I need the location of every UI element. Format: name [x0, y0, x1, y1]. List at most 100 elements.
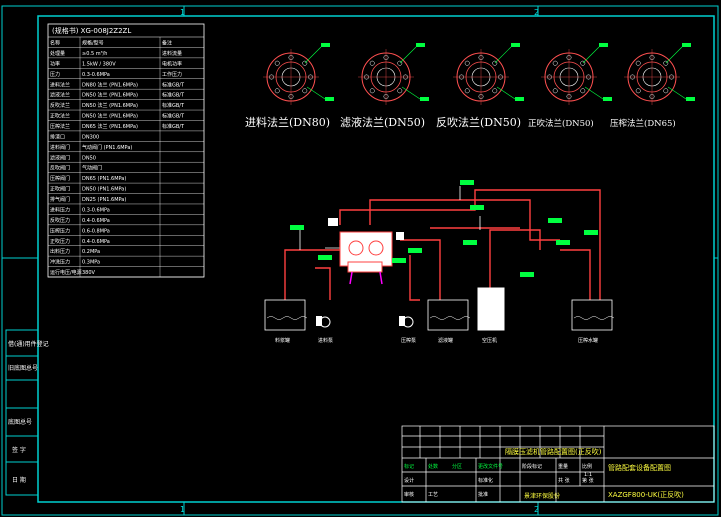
left-register: 借(通)用件登记 旧底图总号 底图总号 签 字 日 期 [5, 329, 49, 496]
spec-cell: 标准GB/T [162, 81, 185, 88]
spec-cell: DN80 法兰 (PN1.6MPa) [82, 81, 138, 88]
scale: 1:1 [584, 472, 592, 478]
return-pipe [315, 267, 331, 300]
flange-label: 正吹法兰(DN50) [528, 118, 594, 129]
flange-group: 进料法兰(DN80) 滤液法兰(DN50) 反吹法兰(DN50) 正吹法兰(DN50)… [245, 43, 695, 129]
spec-cell: 正吹压力 [50, 238, 70, 245]
spec-cell: 0.2MPa [82, 249, 100, 255]
company-name: 景津环保股份 [524, 492, 560, 500]
spec-cell: 排气阀门 [50, 196, 70, 203]
spec-cell: DN50 法兰 (PN1.6MPa) [82, 102, 138, 109]
spec-cell: 正吹法兰 [50, 113, 70, 120]
spec-cell: 0.4-0.6MPa [82, 218, 110, 224]
flange-2: 反吹法兰(DN50) [436, 43, 524, 129]
spec-cell: 出料压力 [50, 248, 70, 255]
spec-cell: 压榨压力 [50, 227, 70, 234]
spec-cell: 进料阀门 [50, 144, 70, 151]
spec-cell: DN25 (PN1.6MPa) [82, 197, 126, 203]
spec-cell: 380V [82, 270, 96, 276]
feed-pipe [284, 240, 341, 300]
spec-cell: 标准GB/T [162, 123, 185, 130]
compressor [477, 287, 505, 331]
spec-cell: 压力 [50, 71, 60, 78]
spec-cell: 压榨阀门 [50, 175, 70, 182]
title-cell: 第 张 [582, 477, 594, 484]
title-cell: 工艺 [428, 492, 438, 498]
title-cell: 标记 [404, 463, 414, 470]
spec-cell: 功率 [50, 60, 60, 67]
spec-cell: 名称 [50, 40, 60, 47]
flange-label: 压榨法兰(DN65) [610, 118, 676, 129]
title-cell: 标准化 [478, 477, 493, 484]
flange-3: 正吹法兰(DN50) [528, 43, 612, 129]
flange-1: 滤液法兰(DN50) [340, 43, 429, 129]
drawing-number: XAZGF800-UK(正反吹) [608, 490, 684, 499]
pump-group: 进料泵 压榨泵 [316, 316, 416, 344]
spec-cell: 处理量 [50, 50, 65, 57]
drawing-canvas: 1 2 1 2 借(通)用件登记 旧底图总号 底图总号 签 字 日 期 (规格书… [1, 5, 719, 516]
spec-cell: 规格/型号 [82, 40, 104, 47]
register-label: 底图总号 [8, 418, 32, 426]
title-cell: 阶段标记 [522, 463, 542, 470]
spec-cell: 气动阀门 (PN1.6MPa) [82, 144, 132, 151]
flange-label: 反吹法兰(DN50) [436, 115, 521, 129]
spec-cell: 排渣口 [50, 133, 65, 140]
spec-cell: 0.3-0.6MPa [82, 207, 110, 213]
spec-cell: 备注 [162, 40, 172, 47]
spec-cell: 0.6-0.8MPa [82, 228, 110, 234]
spec-cell: 进料压力 [50, 206, 70, 213]
spec-cell: DN50 (PN1.6MPa) [82, 187, 126, 193]
zone-marker: 2 [534, 505, 539, 514]
slurry-tank [264, 299, 306, 331]
spec-cell: ≥0.5 m³/h [82, 51, 107, 57]
filter-press [328, 218, 404, 285]
spec-cell: 滤液阀门 [50, 154, 70, 161]
flange-4: 压榨法兰(DN65) [610, 43, 695, 129]
press-water-tank [571, 299, 613, 331]
spec-cell: 滤液法兰 [50, 92, 70, 99]
spec-cell: DN65 法兰 (PN1.6MPa) [82, 123, 138, 130]
tank-label: 压榨水罐 [578, 337, 598, 344]
title-cell: 设计 [404, 477, 414, 484]
pump-label: 压榨泵 [401, 337, 416, 344]
spec-cell: 压榨法兰 [50, 123, 70, 130]
spec-cell: DN50 [82, 155, 96, 161]
zone-marker: 1 [180, 8, 185, 17]
register-label: 借(通)用件登记 [8, 340, 49, 348]
spec-cell: 进料法兰 [50, 81, 70, 88]
register-label: 签 字 [12, 446, 26, 454]
spec-table-title: (规格书) XG-008J2Z2ZL [52, 26, 131, 35]
spec-cell: 正吹阀门 [50, 186, 70, 193]
spec-cell: 冲洗压力 [50, 259, 70, 266]
process-diagram: 料浆罐 滤液罐 空压机 压榨水罐 进料泵 压榨泵 [264, 180, 615, 344]
title-cell: 更改文件号 [478, 463, 503, 470]
title-cell: 重量 [558, 463, 568, 470]
spec-cell: 气动阀门 [82, 165, 102, 172]
register-label: 旧底图总号 [8, 364, 38, 372]
zone-marker: 2 [534, 8, 539, 17]
spec-cell: 1.5kW / 380V [82, 61, 116, 67]
title-cell: 比例 [582, 463, 592, 470]
spec-cell: 0.4-0.6MPa [82, 239, 110, 245]
tank-label: 滤液罐 [438, 337, 453, 344]
title-cell: 共 张 [558, 477, 570, 484]
spec-cell: 反吹压力 [50, 217, 70, 224]
title-cell: 处数 [428, 463, 438, 470]
flange-0: 进料法兰(DN80) [245, 43, 334, 129]
spec-cell: 工作压力 [162, 71, 182, 78]
pump-label: 进料泵 [318, 337, 333, 344]
spec-cell: DN50 法兰 (PN1.6MPa) [82, 113, 138, 120]
filtrate-tank [427, 299, 469, 331]
register-label: 日 期 [12, 476, 26, 484]
spec-cell: DN50 法兰 (PN1.6MPa) [82, 92, 138, 99]
title-cell: 分区 [452, 463, 462, 470]
right-pipe [560, 249, 591, 300]
spec-cell: 反吹法兰 [50, 102, 70, 109]
spec-cell: 运行电压/电源 [50, 269, 82, 276]
title-cell: 审核 [404, 491, 414, 498]
spec-cell: 进料流量 [162, 50, 182, 57]
project-name: 管路配套设备配置图 [608, 463, 671, 472]
zone-marker: 1 [180, 505, 185, 514]
spec-cell: 0.3MPa [82, 260, 100, 266]
pipe-network [284, 189, 601, 301]
